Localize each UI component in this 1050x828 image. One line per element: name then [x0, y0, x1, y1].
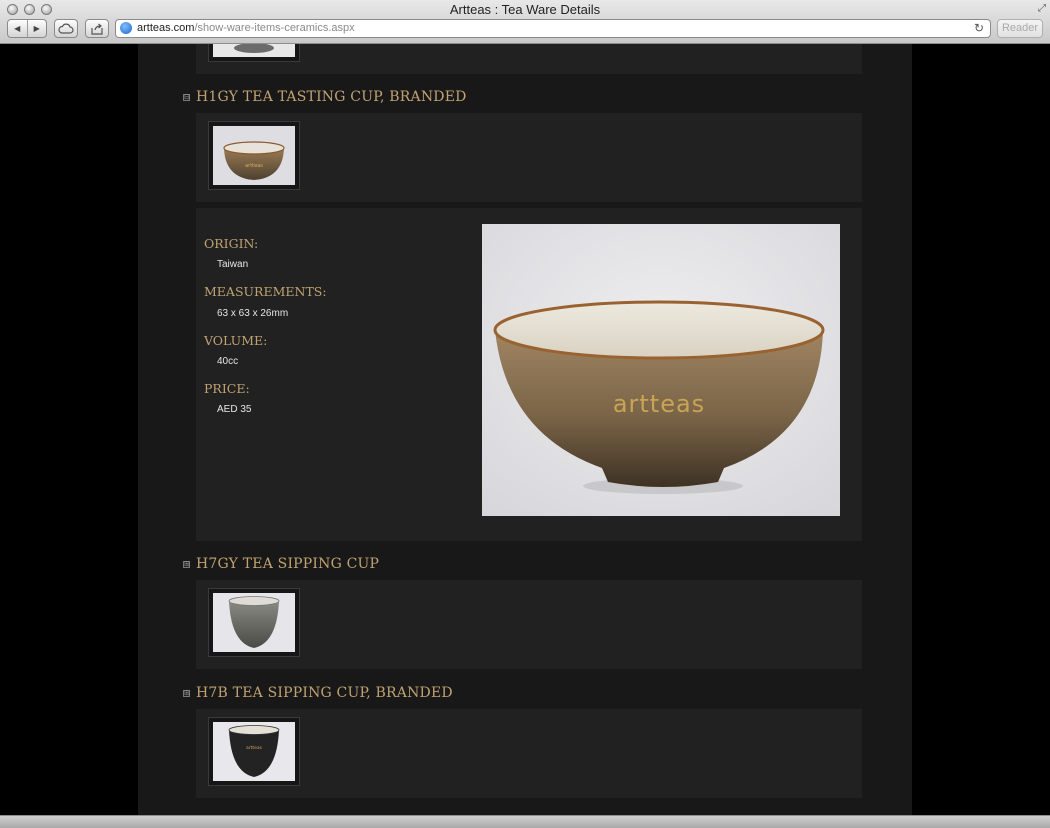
browser-chrome: Artteas : Tea Ware Details ⤢ ◀ ▶ artteas… [0, 0, 1050, 44]
back-button[interactable]: ◀ [8, 20, 27, 37]
brown-tasting-cup-photo-icon: artteas [213, 126, 295, 185]
origin-label: ORIGIN: [204, 236, 259, 251]
tasting-cup-large-photo-icon: artteas [482, 224, 840, 516]
product-photo: artteas [482, 224, 840, 516]
svg-text:artteas: artteas [246, 745, 263, 751]
address-bar[interactable]: artteas.com/show-ware-items-ceramics.asp… [115, 19, 991, 38]
cloud-icon [58, 23, 74, 34]
price-label: PRICE: [204, 381, 250, 396]
previous-item-thumbnail[interactable] [208, 44, 300, 62]
globe-icon [120, 22, 132, 34]
measurements-value: 63 x 63 x 26mm [217, 308, 289, 319]
black-sipping-cup-photo-icon: artteas [213, 722, 295, 781]
price-value: AED 35 [217, 404, 252, 415]
window-title: Artteas : Tea Ware Details [449, 2, 601, 17]
reader-button[interactable]: Reader [997, 19, 1043, 38]
item-thumbnail[interactable]: artteas [208, 121, 300, 190]
item-title[interactable]: H1GY TEA TASTING CUP, BRANDED [196, 89, 467, 105]
svg-text:artteas: artteas [613, 390, 705, 418]
reload-button[interactable]: ↻ [974, 21, 984, 35]
item-thumbnail[interactable]: artteas [208, 717, 300, 786]
origin-value: Taiwan [217, 259, 249, 270]
svg-text:artteas: artteas [245, 163, 263, 169]
expand-toggle-icon[interactable]: ⊞ [183, 690, 190, 697]
cup-photo-icon [213, 44, 295, 57]
collapse-toggle-icon[interactable]: ⊟ [183, 94, 190, 101]
volume-label: VOLUME: [204, 333, 268, 348]
window-bottom-bar [0, 815, 1050, 828]
url-text: artteas.com/show-ware-items-ceramics.asp… [137, 22, 355, 34]
icloud-tabs-button[interactable] [54, 19, 78, 38]
share-icon [91, 23, 103, 35]
volume-value: 40cc [217, 356, 239, 367]
share-button[interactable] [85, 19, 109, 38]
measurements-label: MEASUREMENTS: [204, 284, 327, 299]
grey-sipping-cup-photo-icon [213, 593, 295, 652]
forward-button[interactable]: ▶ [26, 20, 47, 37]
item-title[interactable]: H7GY TEA SIPPING CUP [196, 556, 379, 572]
expand-toggle-icon[interactable]: ⊞ [183, 561, 190, 568]
back-forward-buttons: ◀ ▶ [7, 19, 47, 38]
fullscreen-icon[interactable]: ⤢ [1038, 3, 1046, 14]
item-title[interactable]: H7B TEA SIPPING CUP, BRANDED [196, 685, 453, 701]
item-thumbnail[interactable] [208, 588, 300, 657]
